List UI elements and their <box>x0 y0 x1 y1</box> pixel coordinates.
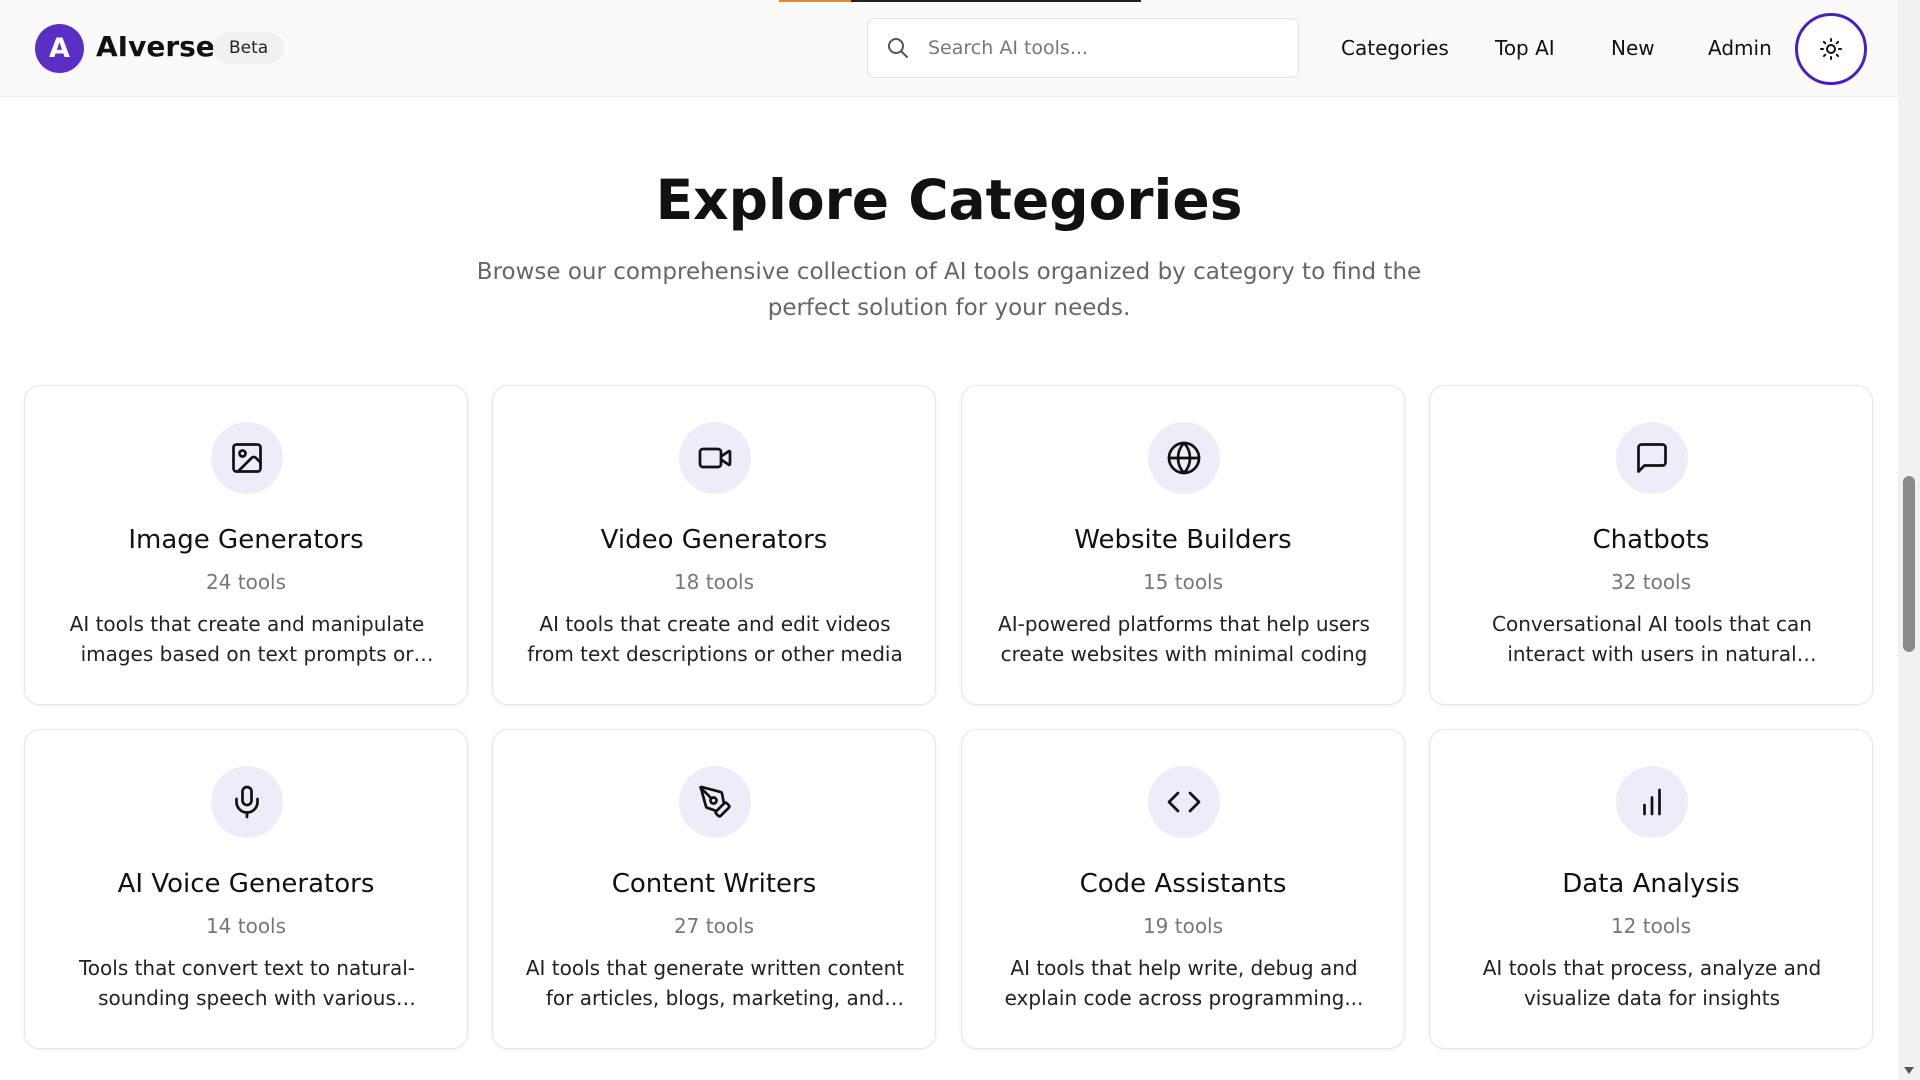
category-description: Conversational AI tools that can interac… <box>1492 612 1812 666</box>
page-scrollbar[interactable] <box>1898 0 1920 1080</box>
category-icon-badge <box>1616 422 1688 494</box>
category-description: AI tools that process, analyze and visua… <box>1482 956 1822 1010</box>
nav-link-new[interactable]: New <box>1611 36 1655 60</box>
category-icon-badge <box>211 422 283 494</box>
category-tool-count: 18 tools <box>673 570 755 594</box>
category-card-data-analysis[interactable]: Data Analysis 12 tools AI tools that pro… <box>1429 729 1873 1049</box>
category-icon-badge <box>679 422 751 494</box>
category-card-ai-voice-generators[interactable]: AI Voice Generators 14 tools Tools that … <box>24 729 468 1049</box>
video-icon <box>698 447 732 469</box>
search-box[interactable] <box>867 18 1299 78</box>
category-icon-badge <box>1148 766 1220 838</box>
category-icon-badge <box>1148 422 1220 494</box>
chat-icon <box>1637 443 1667 473</box>
category-tool-count: 24 tools <box>205 570 287 594</box>
category-card-chatbots[interactable]: Chatbots 32 tools Conversational AI tool… <box>1429 385 1873 705</box>
search-input[interactable] <box>928 19 1288 77</box>
logo[interactable]: A <box>35 24 84 73</box>
nav-link-top-ai[interactable]: Top AI <box>1495 36 1555 60</box>
category-description: AI tools that create and manipulate imag… <box>69 612 425 666</box>
category-description: AI tools that help write, debug and expl… <box>1004 956 1364 1010</box>
page-loading-progress-fill <box>779 0 852 2</box>
category-card-content-writers[interactable]: Content Writers 27 tools AI tools that g… <box>492 729 936 1049</box>
brand-name[interactable]: AIverse <box>96 30 215 63</box>
category-title: AI Voice Generators <box>117 869 375 899</box>
category-description: AI tools that generate written content f… <box>525 956 905 1010</box>
microphone-icon <box>235 785 259 819</box>
category-card-website-builders[interactable]: Website Builders 15 tools AI-powered pla… <box>961 385 1405 705</box>
category-icon-badge <box>211 766 283 838</box>
category-tool-count: 14 tools <box>205 914 287 938</box>
category-title: Code Assistants <box>1079 869 1287 899</box>
category-title: Data Analysis <box>1562 869 1740 899</box>
page-title: Explore Categories <box>655 168 1243 232</box>
category-icon-badge <box>1616 766 1688 838</box>
category-title: Content Writers <box>611 869 817 899</box>
category-tool-count: 19 tools <box>1142 914 1224 938</box>
category-description: AI-powered platforms that help users cre… <box>998 612 1370 666</box>
scroll-down-arrow-icon[interactable] <box>1904 1067 1914 1074</box>
category-title: Video Generators <box>600 525 828 555</box>
category-card-code-assistants[interactable]: Code Assistants 19 tools AI tools that h… <box>961 729 1405 1049</box>
category-description: Tools that convert text to natural-sound… <box>78 956 416 1010</box>
category-tool-count: 27 tools <box>673 914 755 938</box>
image-icon <box>232 443 262 473</box>
code-icon <box>1167 791 1201 813</box>
page-loading-progress <box>779 0 1141 2</box>
page-subtitle: Browse our comprehensive collection of A… <box>476 259 1422 321</box>
category-tool-count: 12 tools <box>1610 914 1692 938</box>
category-title: Image Generators <box>128 525 364 555</box>
category-tool-count: 15 tools <box>1142 570 1224 594</box>
pen-tool-icon <box>699 785 731 818</box>
category-icon-badge <box>679 766 751 838</box>
nav-link-admin[interactable]: Admin <box>1708 36 1772 60</box>
scrollbar-thumb[interactable] <box>1903 476 1915 652</box>
category-title: Website Builders <box>1074 525 1292 555</box>
category-description: AI tools that create and edit videos fro… <box>527 612 903 666</box>
top-navigation-bar: A AIverse Beta Categories Top AI New Adm… <box>0 0 1898 97</box>
nav-link-categories[interactable]: Categories <box>1341 36 1449 60</box>
category-card-image-generators[interactable]: Image Generators 24 tools AI tools that … <box>24 385 468 705</box>
category-tool-count: 32 tools <box>1610 570 1692 594</box>
search-icon <box>888 38 908 58</box>
globe-icon <box>1167 441 1201 475</box>
sun-icon <box>1820 38 1842 60</box>
beta-badge: Beta <box>213 32 285 64</box>
bar-chart-icon <box>1643 788 1661 816</box>
category-card-video-generators[interactable]: Video Generators 18 tools AI tools that … <box>492 385 936 705</box>
category-title: Chatbots <box>1592 525 1710 555</box>
theme-toggle-button[interactable] <box>1795 13 1867 85</box>
